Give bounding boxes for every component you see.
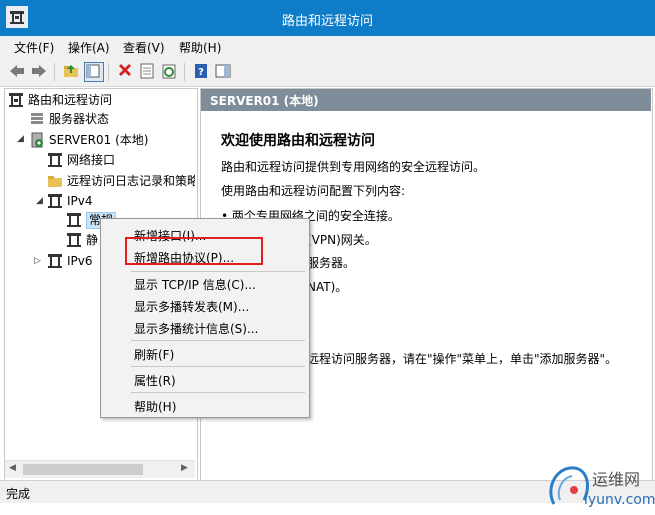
config-label: 使用路由和远程访问配置下列内容: — [221, 184, 406, 198]
content-header-title: SERVER01 (本地) — [210, 94, 319, 108]
network-interface-icon — [47, 152, 63, 168]
menu-bar: 文件(F) 操作(A) 查看(V) 帮助(H) — [0, 36, 655, 58]
general-icon — [66, 212, 82, 228]
scroll-right-icon[interactable]: ▶ — [181, 463, 188, 473]
welcome-heading: 欢迎使用路由和远程访问 — [221, 133, 375, 149]
tree-item-label: SERVER01 (本地) — [49, 133, 149, 147]
highlight-annotation-box — [125, 237, 263, 265]
menu-item-properties[interactable]: 属性(R) — [134, 372, 176, 389]
tree-item-label: 远程访问日志记录和策略 — [67, 174, 195, 188]
show-pane-icon[interactable] — [214, 62, 232, 80]
server-icon — [29, 132, 45, 148]
scrollbar-thumb[interactable] — [23, 464, 143, 475]
help-icon[interactable]: ? — [192, 62, 210, 80]
bullet-server-partial: 服务器。 — [307, 256, 356, 270]
tree-horizontal-scrollbar[interactable]: ◀ ▶ — [5, 460, 195, 478]
content-header: SERVER01 (本地) — [201, 89, 651, 111]
expand-toggle-icon[interactable]: ◢ — [36, 196, 43, 206]
tree-item-label: 服务器状态 — [49, 112, 110, 126]
menu-item-refresh[interactable]: 刷新(F) — [134, 346, 174, 363]
menu-file[interactable]: 文件(F) — [14, 39, 54, 56]
collapse-toggle-icon[interactable]: ▷ — [34, 256, 41, 266]
menu-help[interactable]: 帮助(H) — [179, 39, 221, 56]
tree-item-label: 网络接口 — [67, 153, 116, 167]
svg-text:?: ? — [198, 67, 204, 78]
menu-action[interactable]: 操作(A) — [68, 39, 110, 56]
status-text: 完成 — [6, 487, 31, 501]
delete-icon[interactable] — [116, 62, 134, 80]
watermark-text-cn: 运维网 — [592, 470, 641, 489]
back-arrow-icon[interactable] — [8, 62, 26, 80]
toolbar: ? — [0, 58, 655, 87]
up-folder-icon[interactable] — [62, 62, 80, 80]
bullet-nat-partial: NAT)。 — [307, 280, 348, 294]
add-server-text-partial: 远程访问服务器，请在"操作"菜单上，单击"添加服务器"。 — [307, 352, 618, 366]
tree-item-remote-access-logging[interactable]: 远程访问日志记录和策略 — [47, 172, 195, 190]
refresh-icon[interactable] — [160, 62, 178, 80]
tree-item-label: 路由和远程访问 — [28, 93, 113, 107]
ipv6-icon — [47, 253, 63, 269]
site-watermark: 运维网 iyunv.com — [540, 460, 655, 512]
ipv4-icon — [47, 193, 63, 209]
server-status-icon — [29, 111, 45, 127]
window-title: 路由和远程访问 — [281, 14, 373, 29]
scroll-left-icon[interactable]: ◀ — [9, 463, 16, 473]
show-tree-icon[interactable] — [84, 62, 104, 82]
menu-view[interactable]: 查看(V) — [123, 39, 165, 56]
bullet-vpn-partial: (VPN)网关。 — [307, 233, 377, 247]
menu-item-show-tcpip-info[interactable]: 显示 TCP/IP 信息(C)... — [134, 276, 256, 293]
folder-icon — [47, 173, 63, 189]
menu-item-show-multicast-stats[interactable]: 显示多播统计信息(S)... — [134, 320, 258, 337]
static-routes-icon — [66, 232, 82, 248]
rras-icon — [8, 92, 24, 108]
tree-item-label: IPv4 — [67, 194, 93, 208]
intro-text: 路由和远程访问提供到专用网络的安全远程访问。 — [221, 160, 486, 174]
tree-item-label: IPv6 — [67, 254, 93, 268]
watermark-text-url: iyunv.com — [584, 492, 655, 508]
forward-arrow-icon[interactable] — [30, 62, 48, 80]
properties-icon[interactable] — [138, 62, 156, 80]
expand-toggle-icon[interactable]: ◢ — [17, 134, 24, 144]
menu-item-help[interactable]: 帮助(H) — [134, 398, 176, 415]
menu-item-show-multicast-forwarding[interactable]: 显示多播转发表(M)... — [134, 298, 249, 315]
tree-item-label: 静 — [86, 233, 99, 247]
